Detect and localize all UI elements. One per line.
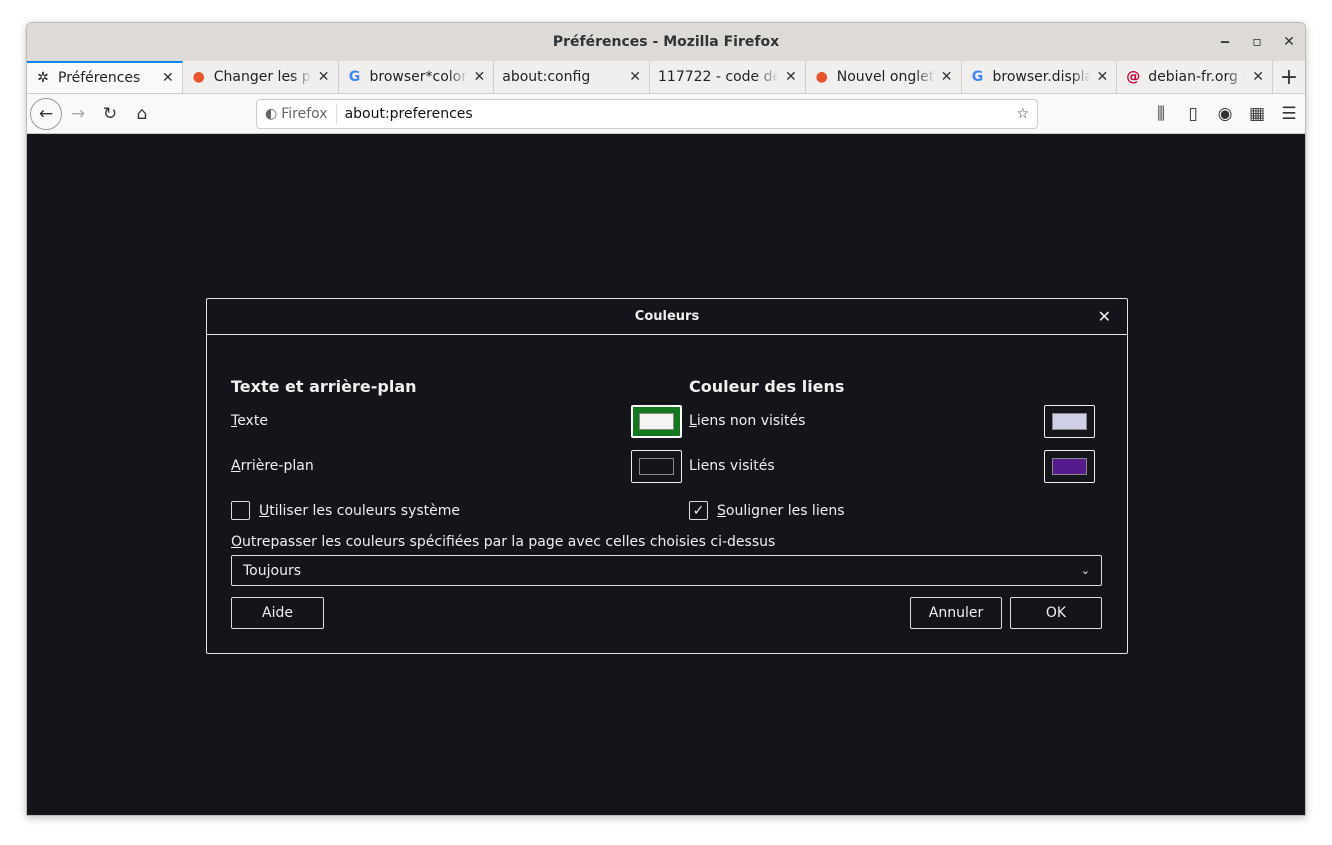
identity-box[interactable]: ◐ Firefox [257,104,337,124]
firefox-window: Préférences - Mozilla Firefox ‒ ▫ ✕ ✲ Pré… [26,22,1306,816]
reload-button[interactable]: ↻ [94,98,126,130]
account-icon[interactable]: ◉ [1209,98,1241,130]
background-color-label: Arrière-plan [231,458,314,474]
text-bg-heading: Texte et arrière-plan [231,377,417,396]
visited-links-label: Liens visités [689,458,775,474]
text-color-swatch [639,413,674,430]
url-input[interactable]: about:preferences [337,106,1009,122]
unvisited-links-color-picker[interactable] [1044,405,1095,438]
firefox-icon: ● [815,69,828,85]
close-dialog-button[interactable]: ✕ [1098,307,1111,326]
tab-browser-color[interactable]: Gbrowser*color ✕ [339,61,495,93]
close-tab-icon[interactable]: ✕ [629,69,641,85]
use-system-colors-checkbox[interactable] [231,501,250,520]
unvisited-links-label: Liens non visités [689,413,806,429]
dialog-title: Couleurs [207,299,1127,335]
window-title: Préférences - Mozilla Firefox [552,34,780,50]
tab-preferences[interactable]: ✲ Préférences ✕ [27,61,183,93]
new-tab-button[interactable]: + [1273,61,1305,93]
close-tab-icon[interactable]: ✕ [162,70,174,86]
minimize-button[interactable]: ‒ [1209,23,1241,61]
google-icon: G [971,69,984,85]
help-button[interactable]: Aide [231,597,324,629]
visited-links-color-picker[interactable] [1044,450,1095,483]
maximize-button[interactable]: ▫ [1241,23,1273,61]
background-color-picker[interactable] [631,450,682,483]
title-bar: Préférences - Mozilla Firefox ‒ ▫ ✕ [27,23,1305,61]
firefox-icon: ◐ [265,106,278,122]
background-color-swatch [639,458,674,475]
url-bar[interactable]: ◐ Firefox about:preferences ☆ [256,99,1038,129]
menu-hamburger-icon[interactable]: ☰ [1273,98,1305,130]
colors-dialog: Couleurs ✕ Texte et arrière-plan Couleur… [206,298,1128,654]
firefox-icon: ● [192,69,205,85]
chevron-down-icon: ⌄ [1080,564,1090,577]
ok-button[interactable]: OK [1010,597,1102,629]
back-button[interactable]: ← [30,97,62,130]
forward-button[interactable]: → [62,98,94,130]
close-window-button[interactable]: ✕ [1273,23,1305,61]
checkmark-icon: ✓ [692,502,705,519]
use-system-colors-label: Utiliser les couleurs système [259,503,461,519]
underline-links-checkbox[interactable]: ✓ [689,501,708,520]
close-tab-icon[interactable]: ✕ [474,69,486,85]
override-colors-select[interactable]: Toujours ⌄ [231,555,1102,586]
close-tab-icon[interactable]: ✕ [318,69,330,85]
sidebar-icon[interactable]: ▯ [1177,98,1209,130]
tab-about-config[interactable]: about:config ✕ [494,61,650,93]
close-tab-icon[interactable]: ✕ [941,69,953,85]
whats-new-gift-icon[interactable]: ▦ [1241,98,1273,130]
close-tab-icon[interactable]: ✕ [1097,69,1109,85]
links-heading: Couleur des liens [689,377,845,396]
debian-icon: @ [1126,69,1141,85]
unvisited-color-swatch [1052,413,1087,430]
gear-icon: ✲ [37,70,49,86]
page-content: Couleurs ✕ Texte et arrière-plan Couleur… [27,134,1305,815]
tab-browser-display[interactable]: Gbrowser.display ✕ [962,61,1118,93]
tab-bug-117722[interactable]: 117722 - code de couleur✕ [650,61,806,93]
tab-nouvel-onglet[interactable]: ● Nouvel onglet ✕ [806,61,962,93]
close-tab-icon[interactable]: ✕ [1252,69,1264,85]
tab-strip: ✲Préférences✕ ●Changer les polices✕ Gbro… [27,61,1305,94]
tab-changer-les-polices[interactable]: ●Changer les polices✕ [183,61,339,93]
home-button[interactable]: ⌂ [126,98,158,130]
visited-color-swatch [1052,458,1087,475]
google-icon: G [348,69,361,85]
text-color-label: Texte [231,413,268,429]
tab-debian-fr[interactable]: @ debian-fr.org - ✕ [1117,61,1273,93]
override-colors-label: Outrepasser les couleurs spécifiées par … [231,534,776,550]
cancel-button[interactable]: Annuler [910,597,1002,629]
text-color-picker[interactable] [631,405,682,438]
underline-links-label: Souligner les liens [717,503,845,519]
library-icon[interactable]: ⫼ [1145,98,1177,130]
bookmark-star-icon[interactable]: ☆ [1008,106,1037,122]
close-tab-icon[interactable]: ✕ [785,69,797,85]
